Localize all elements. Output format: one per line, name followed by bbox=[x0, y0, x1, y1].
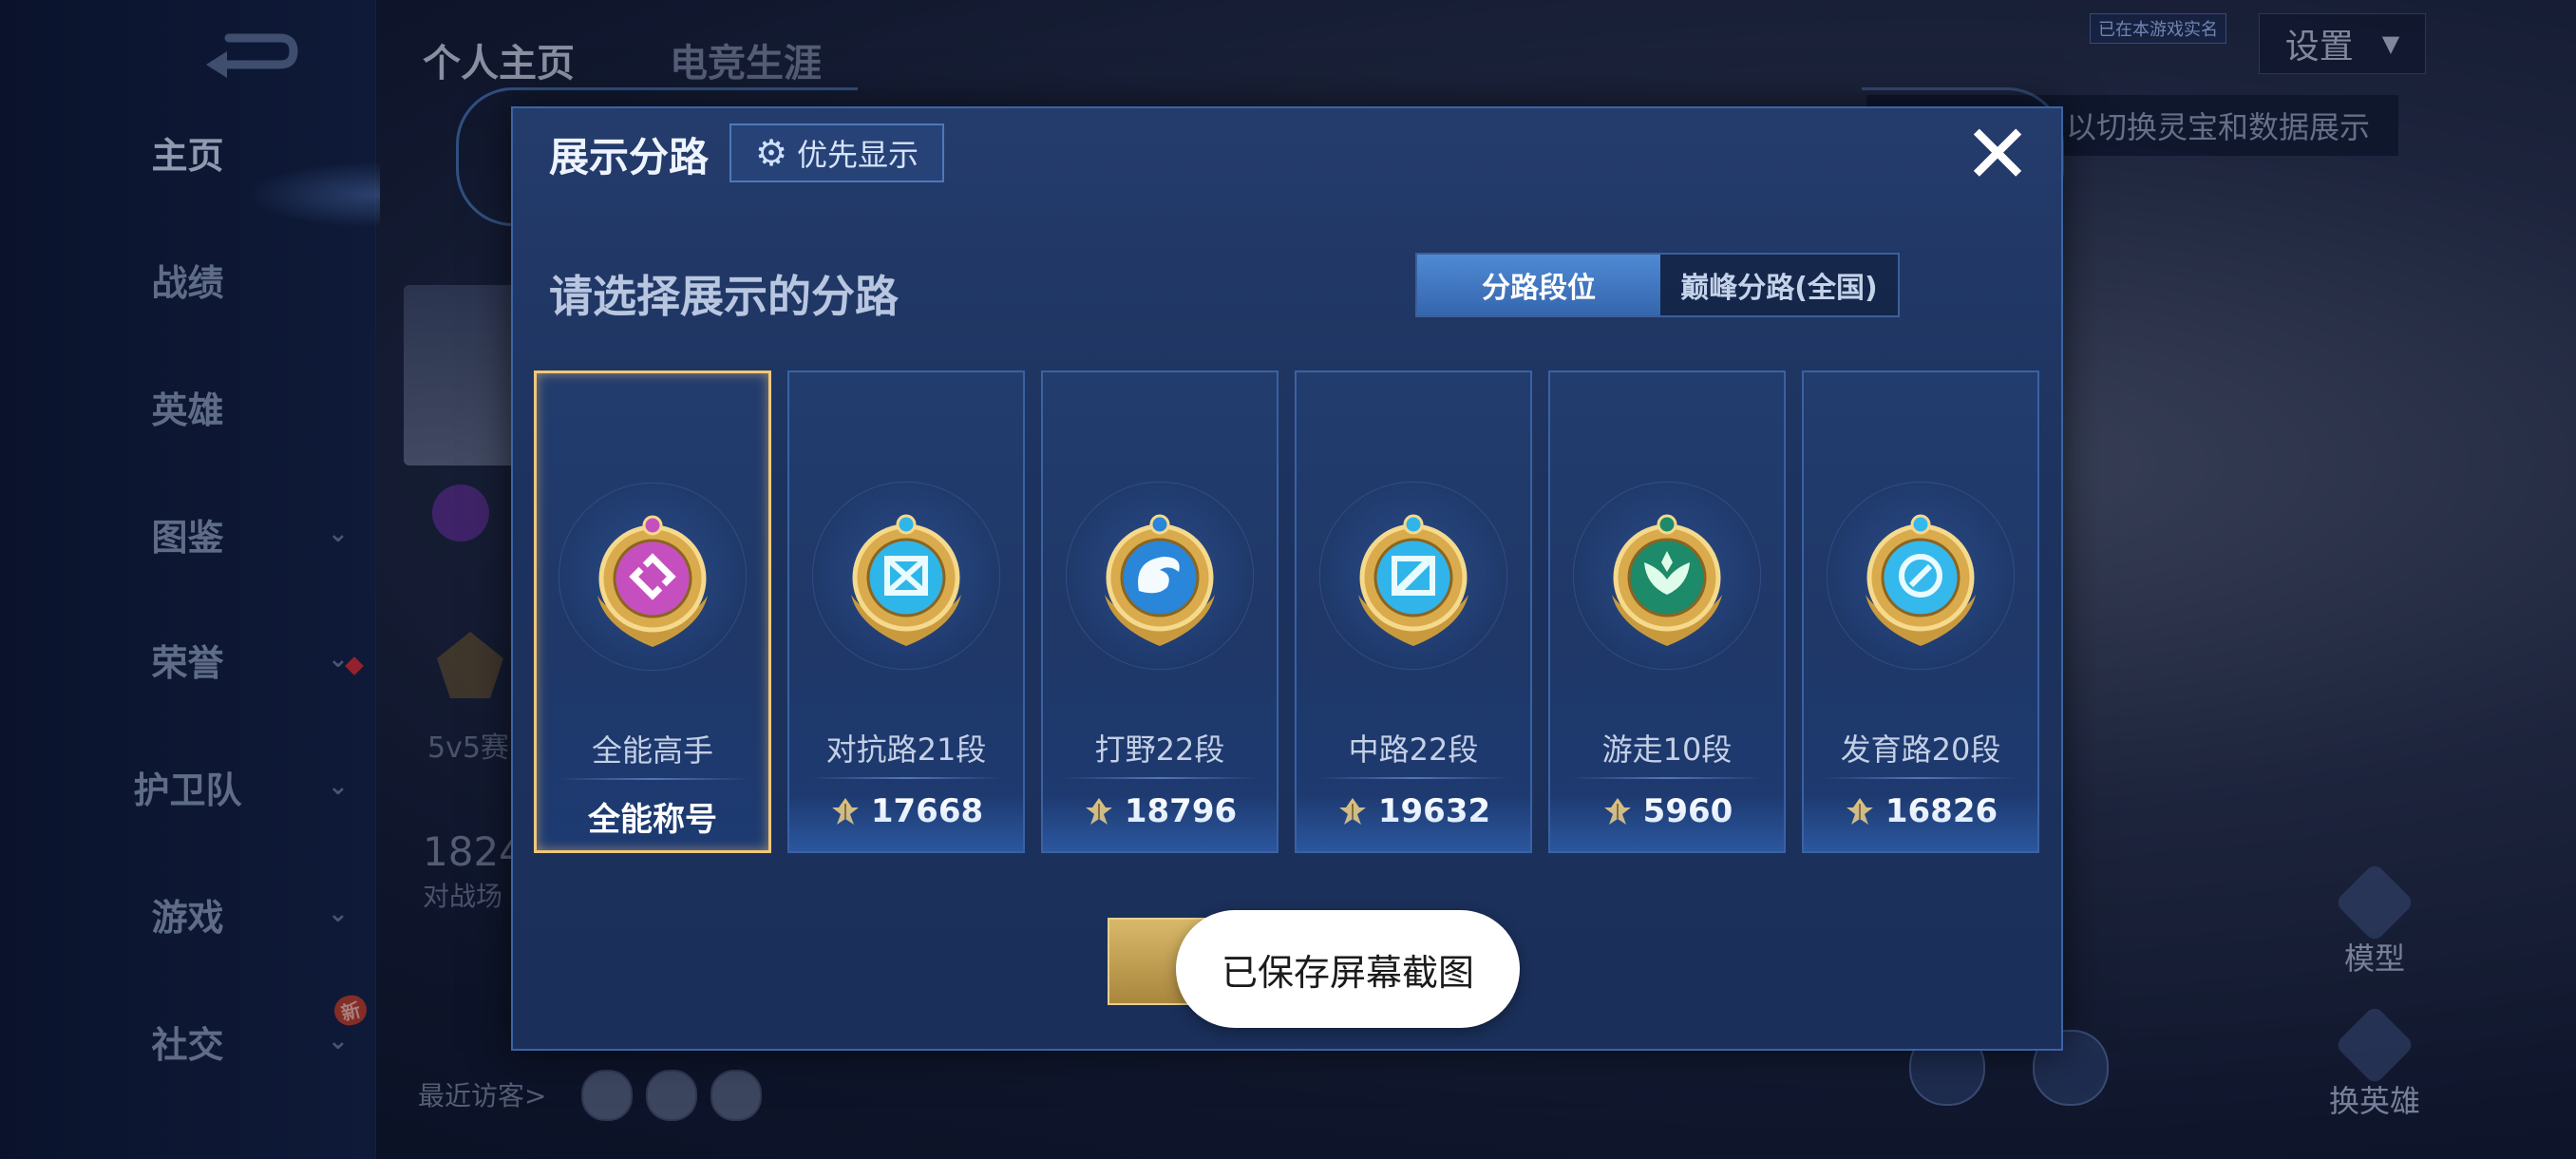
priority-display-label: 优先显示 bbox=[797, 137, 919, 173]
card-glow bbox=[1043, 794, 1277, 851]
lane-card[interactable]: 全能高手 全能称号 bbox=[534, 370, 771, 853]
lane-rank-label: 中路22段 bbox=[1348, 732, 1479, 768]
lane-rank-label: 打野22段 bbox=[1094, 732, 1225, 768]
gear-icon: ⚙ bbox=[754, 132, 788, 174]
card-divider bbox=[1825, 777, 2017, 779]
lane-score: 全能称号 bbox=[537, 793, 768, 840]
card-glow bbox=[1550, 794, 1784, 851]
farm-lane-icon bbox=[1845, 504, 1997, 656]
rank-badge-icon bbox=[1612, 514, 1722, 646]
lane-prompt: 请选择展示的分路 bbox=[549, 271, 899, 322]
card-divider bbox=[1317, 777, 1509, 779]
all-round-icon bbox=[577, 504, 729, 656]
card-glow bbox=[1297, 794, 1530, 851]
card-divider bbox=[810, 777, 1002, 779]
card-divider bbox=[558, 778, 748, 780]
lane-rank-label: 对抗路21段 bbox=[825, 732, 987, 768]
lane-card[interactable]: 中路22段19632 bbox=[1295, 370, 1532, 853]
rank-badge-icon bbox=[851, 514, 961, 646]
rank-badge-icon bbox=[597, 515, 708, 647]
close-icon[interactable]: ✕ bbox=[1963, 114, 2032, 196]
lane-rank-label: 游走10段 bbox=[1601, 732, 1733, 768]
display-mode-toggle: 分路段位 巅峰分路(全国) bbox=[1415, 253, 1900, 317]
lane-card[interactable]: 发育路20段16826 bbox=[1802, 370, 2039, 853]
clash-lane-icon bbox=[830, 504, 982, 656]
rank-badge-icon bbox=[1358, 514, 1468, 646]
card-divider bbox=[1064, 777, 1256, 779]
tab-peak-lane[interactable]: 巅峰分路(全国) bbox=[1660, 255, 1898, 315]
lane-card[interactable]: 对抗路21段17668 bbox=[787, 370, 1025, 853]
lane-rank-label: 发育路20段 bbox=[1840, 732, 2001, 768]
card-glow bbox=[1804, 794, 2037, 851]
roam-icon bbox=[1591, 504, 1743, 656]
dialog-title: 展示分路 bbox=[549, 134, 710, 180]
lane-card[interactable]: 游走10段5960 bbox=[1548, 370, 1786, 853]
lane-card[interactable]: 打野22段18796 bbox=[1041, 370, 1279, 853]
card-glow bbox=[789, 794, 1023, 851]
rank-badge-icon bbox=[1866, 514, 1976, 646]
lane-score-value: 全能称号 bbox=[588, 801, 717, 839]
lane-rank-label: 全能高手 bbox=[591, 732, 713, 769]
rank-badge-icon bbox=[1105, 514, 1215, 646]
screenshot-toast: 已保存屏幕截图 bbox=[1176, 910, 1520, 1028]
jungle-icon bbox=[1084, 504, 1236, 656]
card-divider bbox=[1571, 777, 1763, 779]
mid-lane-icon bbox=[1337, 504, 1489, 656]
priority-display-button[interactable]: ⚙ 优先显示 bbox=[729, 124, 944, 182]
tab-lane-rank[interactable]: 分路段位 bbox=[1417, 255, 1660, 315]
